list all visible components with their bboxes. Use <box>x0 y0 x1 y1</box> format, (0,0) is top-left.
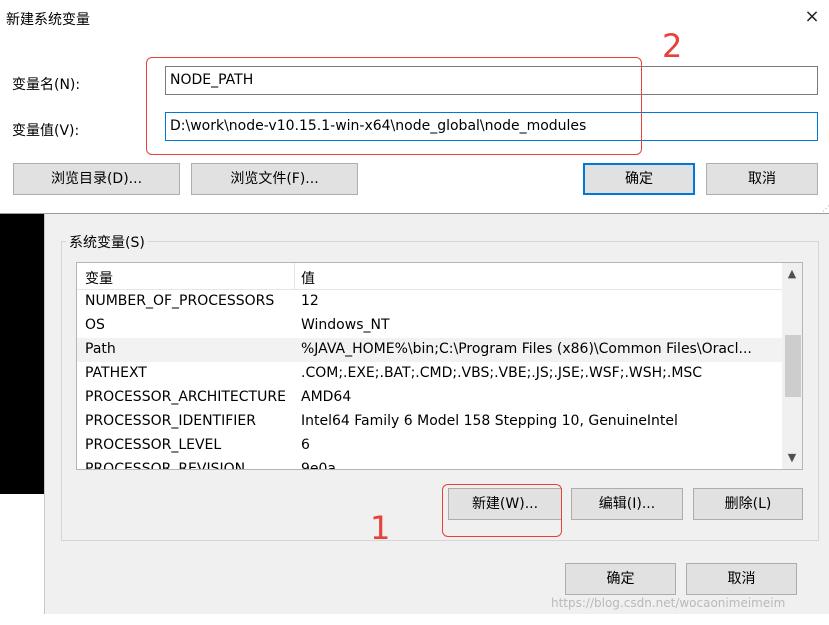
variable-value-label: 变量值(V): <box>12 123 80 139</box>
dialog-ok-button[interactable]: 确定 <box>583 163 695 195</box>
table-row[interactable]: OS Windows_NT <box>77 314 783 338</box>
column-separator[interactable] <box>294 263 295 289</box>
edit-variable-button[interactable]: 编辑(I)... <box>571 488 683 520</box>
background-window-strip <box>0 214 44 494</box>
outer-ok-button[interactable]: 确定 <box>565 563 676 595</box>
column-header-value[interactable]: 值 <box>301 268 315 288</box>
variable-name: PROCESSOR_IDENTIFIER <box>85 413 256 429</box>
system-variables-list[interactable]: 变量 值 NUMBER_OF_PROCESSORS 12 OS Windows_… <box>76 262 803 470</box>
variable-value: Windows_NT <box>301 317 390 333</box>
column-header-variable[interactable]: 变量 <box>85 268 113 288</box>
variable-name: PROCESSOR_REVISION <box>85 461 246 470</box>
dialog-cancel-button[interactable]: 取消 <box>706 163 818 195</box>
table-row[interactable]: PROCESSOR_REVISION 9e0a <box>77 458 783 470</box>
variable-name: Path <box>85 341 116 357</box>
annotation-number-1: 1 <box>370 509 391 547</box>
variable-name: NUMBER_OF_PROCESSORS <box>85 293 275 309</box>
variable-value: 6 <box>301 437 310 453</box>
outer-cancel-button[interactable]: 取消 <box>686 563 797 595</box>
table-row[interactable]: NUMBER_OF_PROCESSORS 12 <box>77 290 783 314</box>
browse-file-button[interactable]: 浏览文件(F)... <box>191 163 358 195</box>
dialog-title: 新建系统变量 <box>6 12 90 28</box>
annotation-box-1 <box>442 484 562 537</box>
list-header: 变量 值 <box>77 263 783 290</box>
scroll-up-icon[interactable]: ▲ <box>782 265 802 283</box>
scroll-down-icon[interactable]: ▼ <box>782 449 802 467</box>
annotation-number-2: 2 <box>662 27 683 65</box>
table-row[interactable]: PATHEXT .COM;.EXE;.BAT;.CMD;.VBS;.VBE;.J… <box>77 362 783 386</box>
delete-variable-button[interactable]: 删除(L) <box>693 488 803 520</box>
close-icon[interactable]: × <box>801 6 823 28</box>
browse-directory-button[interactable]: 浏览目录(D)... <box>13 163 180 195</box>
variable-value: AMD64 <box>301 389 352 405</box>
system-variables-group-title: 系统变量(S) <box>66 232 148 252</box>
variable-name: PATHEXT <box>85 365 147 381</box>
table-row[interactable]: PROCESSOR_LEVEL 6 <box>77 434 783 458</box>
table-row[interactable]: Path %JAVA_HOME%\bin;C:\Program Files (x… <box>77 338 783 362</box>
variable-name: PROCESSOR_LEVEL <box>85 437 222 453</box>
variable-value: 12 <box>301 293 319 309</box>
resize-grip-icon: ⋰ <box>822 204 829 213</box>
table-row[interactable]: PROCESSOR_IDENTIFIER Intel64 Family 6 Mo… <box>77 410 783 434</box>
scrollbar-thumb[interactable] <box>785 335 801 397</box>
variable-name: PROCESSOR_ARCHITECTURE <box>85 389 286 405</box>
variable-name-label: 变量名(N): <box>12 77 81 93</box>
watermark-text: https://blog.csdn.net/wocaonimeimeim <box>551 596 786 610</box>
variable-value: Intel64 Family 6 Model 158 Stepping 10, … <box>301 413 678 429</box>
vertical-scrollbar[interactable]: ▲ ▼ <box>782 263 802 469</box>
dialog-bottom-border <box>0 213 829 214</box>
variable-value: %JAVA_HOME%\bin;C:\Program Files (x86)\C… <box>301 341 752 357</box>
variable-value: 9e0a <box>301 461 337 470</box>
variable-value: .COM;.EXE;.BAT;.CMD;.VBS;.VBE;.JS;.JSE;.… <box>301 365 703 381</box>
table-row[interactable]: PROCESSOR_ARCHITECTURE AMD64 <box>77 386 783 410</box>
variable-name: OS <box>85 317 105 333</box>
annotation-box-2 <box>146 57 642 155</box>
